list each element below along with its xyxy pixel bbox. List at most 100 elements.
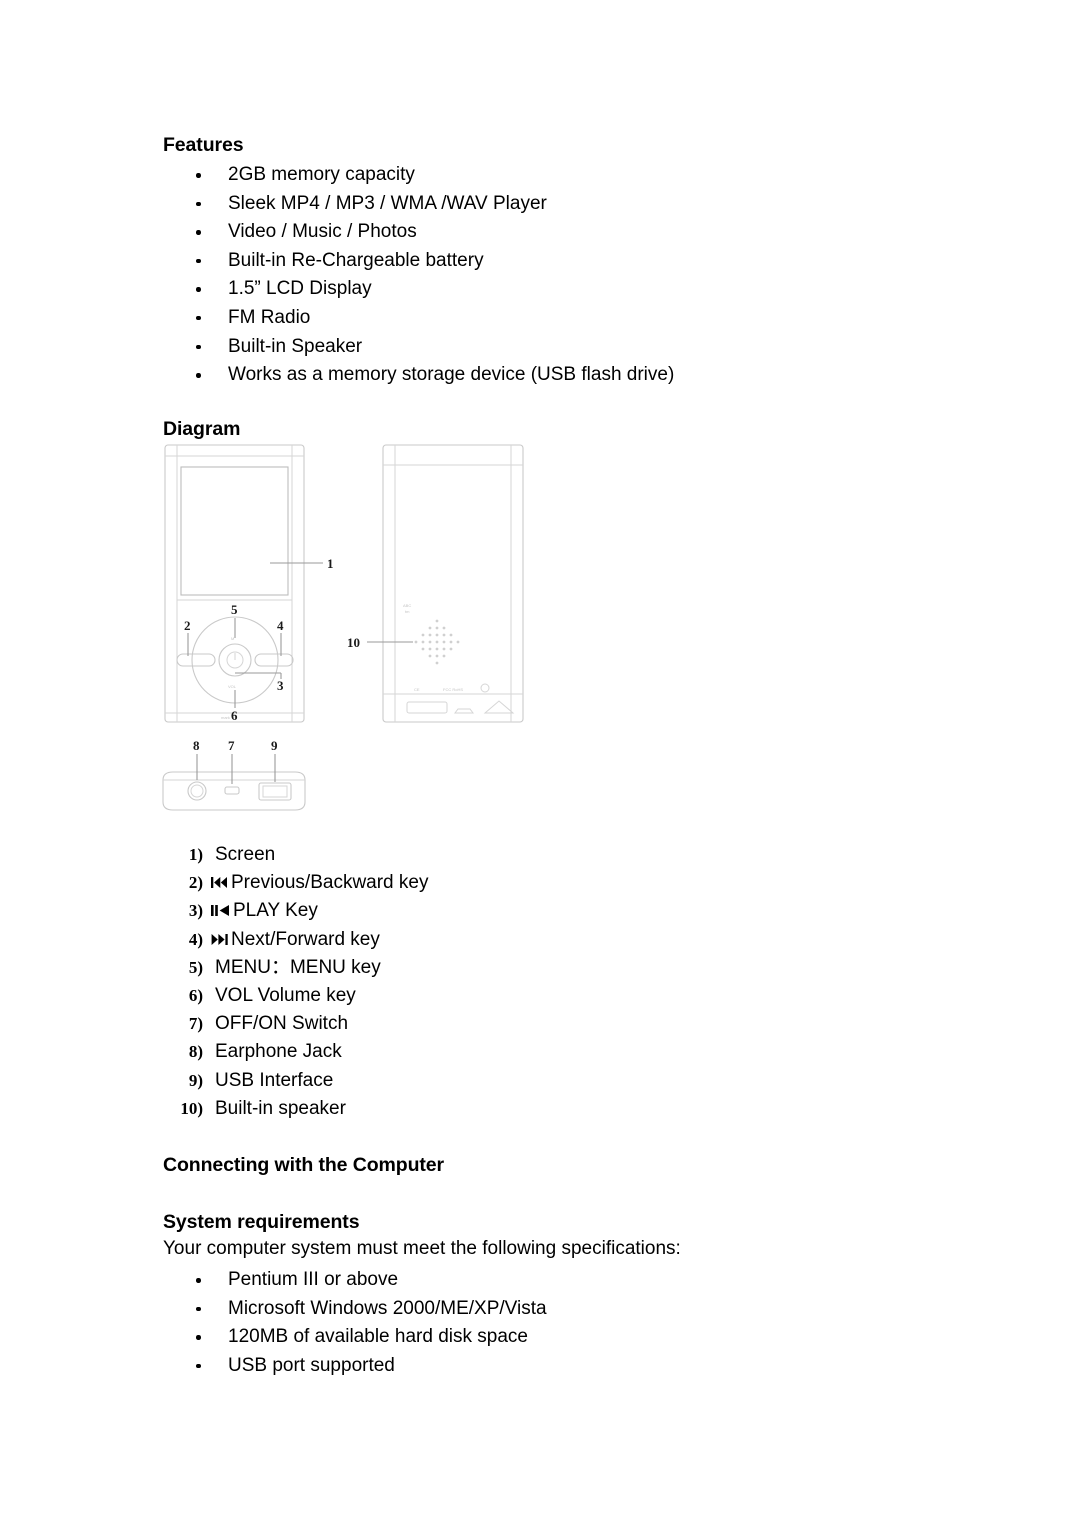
- key-list-item-number: 4): [188, 929, 203, 949]
- sysreq-item: Microsoft Windows 2000/ME/XP/Vista: [163, 1295, 923, 1324]
- bullet-icon: [196, 258, 201, 264]
- key-list-item-number: 6): [188, 985, 203, 1005]
- key-list-item-number: 3): [188, 901, 203, 921]
- key-list-item: 8) Earphone Jack: [163, 1038, 863, 1066]
- key-list-item: 1) Screen: [163, 841, 863, 869]
- key-list-item: 10) Built-in speaker: [163, 1095, 863, 1123]
- prev-icon: [211, 876, 228, 889]
- speaker-grille: [414, 619, 460, 665]
- callout-7: 7: [228, 738, 235, 753]
- key-list-item-number: 1): [188, 845, 203, 864]
- svg-text:VOL: VOL: [228, 684, 237, 689]
- feature-item: Built-in Speaker: [163, 333, 923, 362]
- connecting-heading: Connecting with the Computer: [163, 1154, 445, 1176]
- svg-text:FCC RoHS: FCC RoHS: [443, 687, 463, 692]
- callout-8: 8: [193, 738, 200, 753]
- key-list-item: 9) USB Interface: [163, 1067, 863, 1095]
- key-list-item-label: Built-in speaker: [215, 1097, 346, 1119]
- callout-9: 9: [271, 738, 278, 753]
- key-list-item-number: 9): [188, 1070, 203, 1090]
- key-list-item-number: 5): [188, 957, 203, 977]
- bullet-icon: [196, 1306, 201, 1312]
- key-list-item: 3) PLAY Key: [163, 897, 863, 925]
- callout-2: 2: [184, 618, 191, 633]
- sysreq-item: USB port supported: [163, 1352, 923, 1381]
- key-list-item-label: PLAY Key: [211, 897, 318, 925]
- feature-item-label: FM Radio: [228, 306, 311, 328]
- key-list-item-number: 7): [188, 1014, 203, 1034]
- bullet-icon: [196, 1278, 201, 1283]
- sysreq-item: 120MB of available hard disk space: [163, 1323, 923, 1352]
- key-list-item: 4) Next/Forward key: [163, 926, 863, 954]
- feature-item-label: Built-in Speaker: [228, 335, 363, 357]
- feature-item: Sleek MP4 / MP3 / WMA /WAV Player: [163, 190, 923, 219]
- key-list-item-label: Earphone Jack: [215, 1041, 342, 1063]
- svg-text:mark: mark: [221, 715, 230, 720]
- svg-text:M: M: [231, 636, 234, 641]
- key-list-item: 6) VOL Volume key: [163, 982, 863, 1010]
- system-requirements-intro: Your computer system must meet the follo…: [163, 1238, 681, 1259]
- next-icon: [211, 933, 228, 946]
- features-heading: Features: [163, 134, 244, 156]
- bullet-icon: [196, 1363, 201, 1369]
- feature-item-label: 2GB memory capacity: [228, 164, 415, 185]
- feature-item: Works as a memory storage device (USB fl…: [163, 361, 923, 390]
- bullet-icon: [196, 373, 201, 378]
- sysreq-item-label: 120MB of available hard disk space: [228, 1326, 528, 1348]
- svg-text:tm: tm: [405, 609, 410, 614]
- key-list-item-label: Previous/Backward key: [211, 869, 428, 897]
- key-list-item-label: Next/Forward key: [211, 926, 380, 954]
- pauseplay-icon: [211, 904, 230, 917]
- key-list-item-label: VOL Volume key: [215, 984, 356, 1006]
- key-list-item-number: 8): [188, 1042, 203, 1062]
- bullet-icon: [196, 173, 201, 178]
- device-diagram-figure: .ln { fill:none; stroke:#c9c9c9; stroke-…: [155, 432, 555, 812]
- bottom-callouts: 8 7 9: [193, 738, 278, 784]
- callout-10: 10: [347, 635, 360, 650]
- back-callouts: 10: [347, 635, 413, 650]
- feature-item-label: 1.5” LCD Display: [228, 278, 372, 300]
- svg-text:CE: CE: [414, 687, 420, 692]
- callout-3: 3: [277, 678, 284, 693]
- system-requirements-heading: System requirements: [163, 1211, 360, 1233]
- key-list-item-label: MENU：MENU key: [215, 956, 381, 978]
- document-page: Features 2GB memory capacity Sleek MP4 / …: [0, 0, 1080, 1528]
- bullet-icon: [196, 315, 201, 321]
- feature-item-label: Video / Music / Photos: [228, 221, 417, 243]
- sysreq-item-label: Pentium III or above: [228, 1269, 399, 1290]
- feature-item: FM Radio: [163, 304, 923, 333]
- callout-4: 4: [277, 618, 284, 633]
- sysreq-item-label: USB port supported: [228, 1354, 395, 1376]
- features-list: 2GB memory capacity Sleek MP4 / MP3 / WMA…: [163, 161, 923, 390]
- key-list-item-number: 2): [188, 873, 203, 893]
- callout-1: 1: [327, 556, 334, 571]
- bullet-icon: [196, 230, 201, 235]
- bullet-icon: [196, 201, 201, 207]
- feature-item: 2GB memory capacity: [163, 161, 923, 190]
- sysreq-item-label: Microsoft Windows 2000/ME/XP/Vista: [228, 1297, 547, 1319]
- device-back-view: ABC tm CE FCC RoHS: [382, 444, 524, 723]
- key-list-item-label: USB Interface: [215, 1069, 334, 1091]
- key-list-item-label: OFF/ON Switch: [215, 1013, 349, 1035]
- feature-item-label: Built-in Re-Chargeable battery: [228, 249, 484, 271]
- callout-5: 5: [231, 602, 238, 617]
- key-list-item: 5) MENU：MENU key: [163, 954, 863, 982]
- key-list-item: 7) OFF/ON Switch: [163, 1010, 863, 1038]
- bullet-icon: [196, 287, 201, 292]
- system-requirements-list: Pentium III or above Microsoft Windows 20…: [163, 1266, 923, 1380]
- key-list-item-label: Screen: [215, 844, 276, 865]
- key-list-item: 2) Previous/Backward key: [163, 869, 863, 897]
- bullet-icon: [196, 1335, 201, 1340]
- feature-item-label: Sleek MP4 / MP3 / WMA /WAV Player: [228, 192, 547, 214]
- svg-text:ABC: ABC: [403, 603, 411, 608]
- callout-6: 6: [231, 708, 238, 723]
- bullet-icon: [196, 344, 201, 350]
- feature-item: 1.5” LCD Display: [163, 275, 923, 304]
- device-bottom-view: [162, 771, 306, 811]
- feature-item: Video / Music / Photos: [163, 218, 923, 247]
- feature-item: Built-in Re-Chargeable battery: [163, 247, 923, 276]
- device-key-list: 1) Screen 2) Previous/Backward key 3) PLAY Ke…: [163, 841, 863, 1123]
- key-list-item-number: 10): [180, 1098, 203, 1118]
- sysreq-item: Pentium III or above: [163, 1266, 923, 1295]
- feature-item-label: Works as a memory storage device (USB fl…: [228, 364, 675, 386]
